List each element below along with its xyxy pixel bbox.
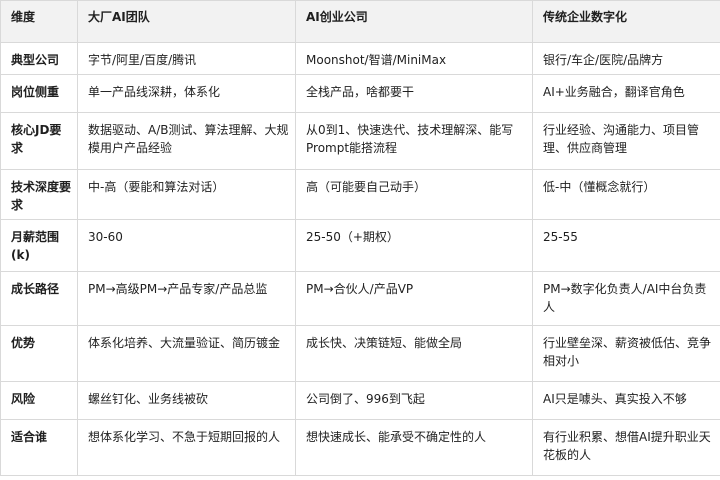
- table-cell: AI+业务融合，翻译官角色: [532, 74, 720, 113]
- table-row: 岗位侧重 单一产品线深耕，体系化 全栈产品，啥都要干 AI+业务融合，翻译官角色: [0, 74, 720, 113]
- row-label: 优势: [0, 325, 78, 382]
- row-label: 岗位侧重: [0, 74, 78, 113]
- table-cell: 银行/车企/医院/品牌方: [532, 42, 720, 75]
- table-row: 月薪范围(k) 30-60 25-50（+期权） 25-55: [0, 219, 720, 272]
- table-cell: AI只是噱头、真实投入不够: [532, 381, 720, 420]
- table-cell: 从0到1、快速迭代、技术理解深、能写Prompt能搭流程: [295, 112, 533, 170]
- table-cell: PM→数字化负责人/AI中台负责人: [532, 271, 720, 326]
- header-traditional: 传统企业数字化: [532, 0, 720, 43]
- table-cell: 数据驱动、A/B测试、算法理解、大规模用户产品经验: [77, 112, 296, 170]
- table-row: 优势 体系化培养、大流量验证、简历镀金 成长快、决策链短、能做全局 行业壁垒深、…: [0, 325, 720, 382]
- table-cell: 行业经验、沟通能力、项目管理、供应商管理: [532, 112, 720, 170]
- table-cell: PM→合伙人/产品VP: [295, 271, 533, 326]
- table-row: 典型公司 字节/阿里/百度/腾讯 Moonshot/智谱/MiniMax 银行/…: [0, 42, 720, 75]
- row-label: 典型公司: [0, 42, 78, 75]
- row-label: 风险: [0, 381, 78, 420]
- row-label: 核心JD要求: [0, 112, 78, 170]
- header-startup: AI创业公司: [295, 0, 533, 43]
- table-cell: 成长快、决策链短、能做全局: [295, 325, 533, 382]
- table-row: 风险 螺丝钉化、业务线被砍 公司倒了、996到飞起 AI只是噱头、真实投入不够: [0, 381, 720, 420]
- table-row: 成长路径 PM→高级PM→产品专家/产品总监 PM→合伙人/产品VP PM→数字…: [0, 271, 720, 326]
- table-cell: 单一产品线深耕，体系化: [77, 74, 296, 113]
- table-cell: 中-高（要能和算法对话）: [77, 169, 296, 220]
- table-cell: 体系化培养、大流量验证、简历镀金: [77, 325, 296, 382]
- row-label: 成长路径: [0, 271, 78, 326]
- table-cell: 行业壁垒深、薪资被低估、竞争相对小: [532, 325, 720, 382]
- table-cell: 低-中（懂概念就行）: [532, 169, 720, 220]
- table-cell: 字节/阿里/百度/腾讯: [77, 42, 296, 75]
- table-row: 适合谁 想体系化学习、不急于短期回报的人 想快速成长、能承受不确定性的人 有行业…: [0, 419, 720, 476]
- header-big-tech: 大厂AI团队: [77, 0, 296, 43]
- table-cell: 想快速成长、能承受不确定性的人: [295, 419, 533, 476]
- table-cell: 30-60: [77, 219, 296, 272]
- row-label: 月薪范围(k): [0, 219, 78, 272]
- header-row: 维度 大厂AI团队 AI创业公司 传统企业数字化: [0, 0, 720, 43]
- header-dimension: 维度: [0, 0, 78, 43]
- row-label: 技术深度要求: [0, 169, 78, 220]
- table-cell: PM→高级PM→产品专家/产品总监: [77, 271, 296, 326]
- comparison-table: 维度 大厂AI团队 AI创业公司 传统企业数字化 典型公司 字节/阿里/百度/腾…: [0, 0, 720, 476]
- table-cell: 螺丝钉化、业务线被砍: [77, 381, 296, 420]
- table-cell: 全栈产品，啥都要干: [295, 74, 533, 113]
- table-cell: 公司倒了、996到飞起: [295, 381, 533, 420]
- table-cell: Moonshot/智谱/MiniMax: [295, 42, 533, 75]
- row-label: 适合谁: [0, 419, 78, 476]
- table-row: 核心JD要求 数据驱动、A/B测试、算法理解、大规模用户产品经验 从0到1、快速…: [0, 112, 720, 170]
- table-cell: 高（可能要自己动手）: [295, 169, 533, 220]
- table-cell: 25-55: [532, 219, 720, 272]
- table-row: 技术深度要求 中-高（要能和算法对话） 高（可能要自己动手） 低-中（懂概念就行…: [0, 169, 720, 220]
- table-cell: 想体系化学习、不急于短期回报的人: [77, 419, 296, 476]
- table-cell: 有行业积累、想借AI提升职业天花板的人: [532, 419, 720, 476]
- table-cell: 25-50（+期权）: [295, 219, 533, 272]
